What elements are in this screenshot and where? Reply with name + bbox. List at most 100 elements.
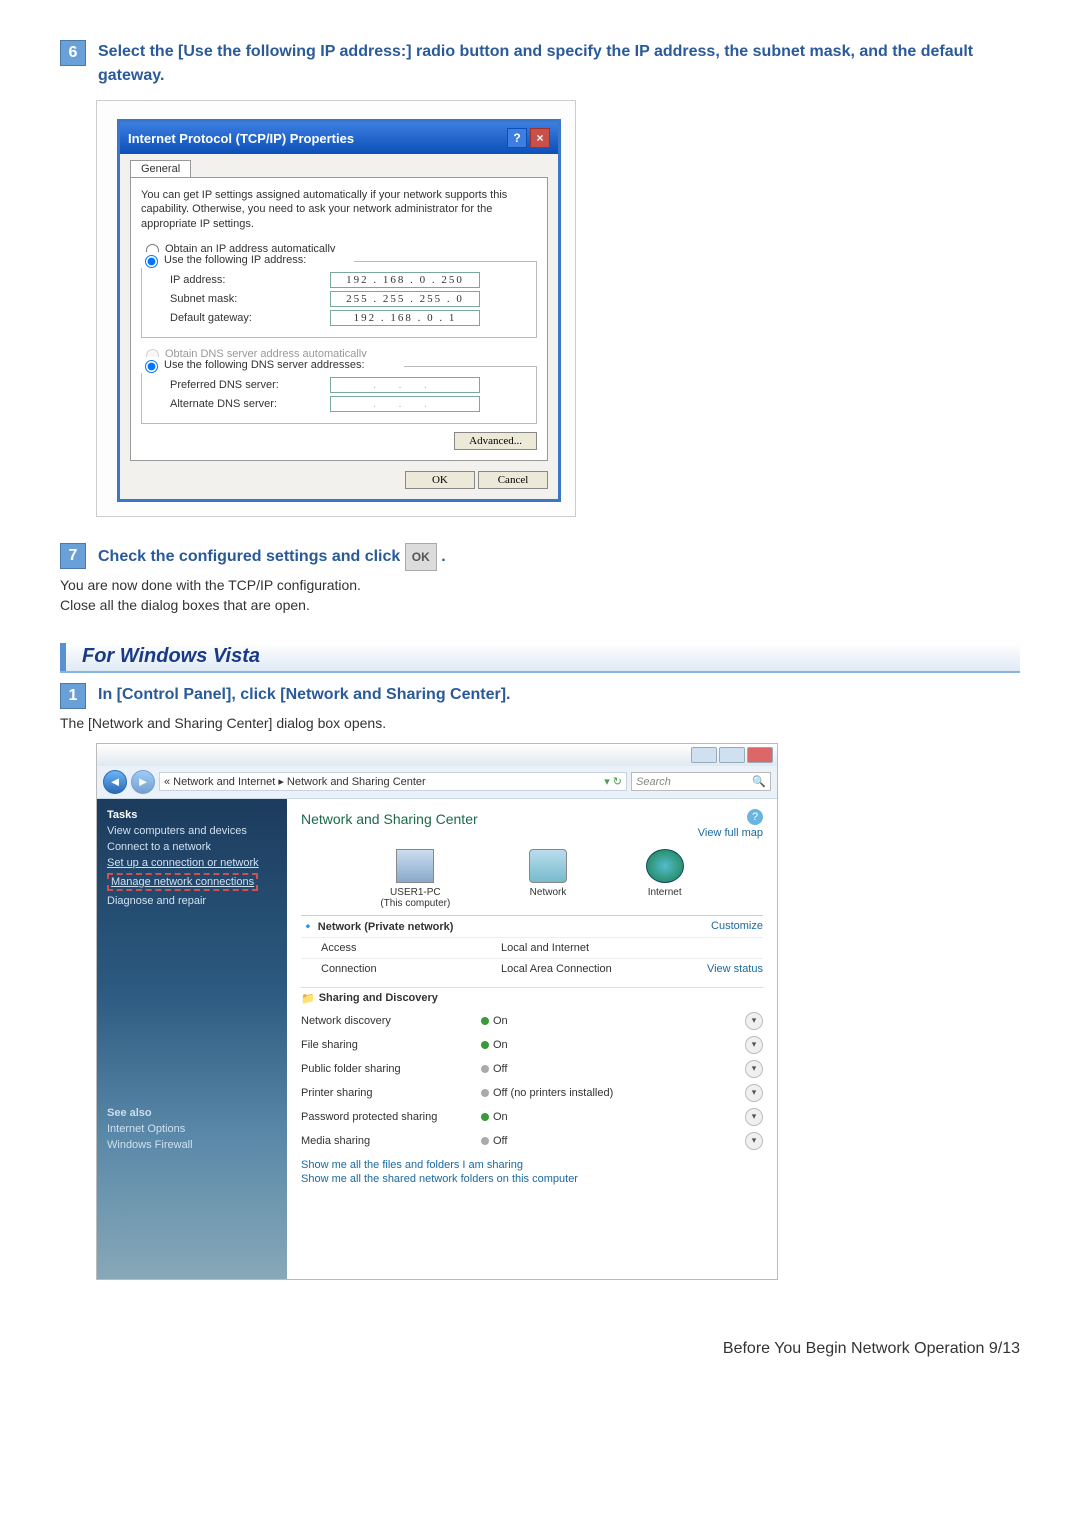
- radio-use-ip[interactable]: Use the following IP address:: [136, 252, 354, 268]
- step-7-heading: 7 Check the configured settings and clic…: [60, 543, 1020, 571]
- bottom-link-2[interactable]: Show me all the shared network folders o…: [301, 1173, 763, 1185]
- chevron-down-icon[interactable]: ▾: [745, 1108, 763, 1126]
- radio-use-dns-input[interactable]: [145, 360, 158, 373]
- status-dot-on-icon: [481, 1113, 489, 1121]
- search-input[interactable]: Search 🔍: [631, 772, 771, 791]
- highlight-box: Manage network connections: [107, 873, 258, 891]
- task-setup[interactable]: Set up a connection or network: [107, 857, 277, 869]
- status-dot-off-icon: [481, 1089, 489, 1097]
- window-titlebar: [97, 744, 777, 766]
- dialog-title: Internet Protocol (TCP/IP) Properties: [128, 131, 354, 146]
- seealso-io[interactable]: Internet Options: [107, 1123, 277, 1135]
- gateway-value[interactable]: 192 . 168 . 0 . 1: [330, 310, 480, 326]
- close-window-icon[interactable]: [747, 747, 773, 763]
- pc-icon-col: USER1-PC (This computer): [380, 849, 450, 909]
- dns-group: Use the following DNS server addresses: …: [141, 366, 537, 424]
- radio-use-dns-label: Use the following DNS server addresses:: [164, 359, 365, 371]
- gateway-label: Default gateway:: [170, 312, 330, 324]
- breadcrumb-text: « Network and Internet ▸ Network and Sha…: [164, 775, 426, 788]
- internet-icon-col: Internet: [646, 849, 684, 909]
- maximize-icon[interactable]: [719, 747, 745, 763]
- mask-label: Subnet mask:: [170, 293, 330, 305]
- task-manage[interactable]: Manage network connections: [111, 876, 254, 888]
- network-name-label: 🔹 Network (Private network): [301, 920, 481, 933]
- pref-dns-value[interactable]: . . .: [330, 377, 480, 393]
- tcpip-dialog-screenshot: Internet Protocol (TCP/IP) Properties ? …: [96, 100, 576, 517]
- row-pw-label: Password protected sharing: [301, 1111, 481, 1123]
- sharing-header: 📁 Sharing and Discovery: [301, 987, 763, 1009]
- tasks-sidebar: Tasks View computers and devices Connect…: [97, 799, 287, 1279]
- ok-button[interactable]: OK: [405, 471, 475, 489]
- forward-icon[interactable]: ►: [131, 770, 155, 794]
- ip-label: IP address:: [170, 274, 330, 286]
- step-6-text: Select the [Use the following IP address…: [98, 40, 1020, 88]
- advanced-button[interactable]: Advanced...: [454, 432, 537, 450]
- row-ms-value: Off: [493, 1135, 507, 1147]
- page-footer: Before You Begin Network Operation 9/13: [60, 1340, 1020, 1358]
- status-dot-off-icon: [481, 1137, 489, 1145]
- task-diagnose[interactable]: Diagnose and repair: [107, 895, 277, 907]
- status-dot-off-icon: [481, 1065, 489, 1073]
- chevron-down-icon[interactable]: ▾: [745, 1132, 763, 1150]
- customize-link[interactable]: Customize: [711, 920, 763, 933]
- task-connect[interactable]: Connect to a network: [107, 841, 277, 853]
- row-ps-value: Off (no printers installed): [493, 1087, 613, 1099]
- step-number-6: 6: [60, 40, 86, 66]
- row-nd-value: On: [493, 1015, 508, 1027]
- step-1-text: In [Control Panel], click [Network and S…: [98, 683, 511, 707]
- row-fs-value: On: [493, 1039, 508, 1051]
- chevron-down-icon[interactable]: ▾: [745, 1012, 763, 1030]
- row-nd-label: Network discovery: [301, 1015, 481, 1027]
- step-6-heading: 6 Select the [Use the following IP addre…: [60, 40, 1020, 88]
- step-7-text: Check the configured settings and click …: [98, 543, 446, 571]
- after-step1-line: The [Network and Sharing Center] dialog …: [60, 715, 1020, 731]
- view-status-link[interactable]: View status: [707, 963, 763, 975]
- alt-dns-value[interactable]: . . .: [330, 396, 480, 412]
- connection-label: Connection: [301, 963, 501, 975]
- chevron-down-icon[interactable]: ▾: [745, 1084, 763, 1102]
- seealso-wf[interactable]: Windows Firewall: [107, 1139, 277, 1151]
- row-pf-label: Public folder sharing: [301, 1063, 481, 1075]
- section-heading-vista: For Windows Vista: [60, 643, 1020, 673]
- radio-use-ip-label: Use the following IP address:: [164, 254, 306, 266]
- help-round-icon[interactable]: ?: [747, 809, 763, 825]
- sharing-folder-icon: 📁: [301, 992, 315, 1005]
- row-pf-value: Off: [493, 1063, 507, 1075]
- status-dot-on-icon: [481, 1041, 489, 1049]
- bottom-link-1[interactable]: Show me all the files and folders I am s…: [301, 1159, 763, 1171]
- ip-value[interactable]: 192 . 168 . 0 . 250: [330, 272, 480, 288]
- alt-dns-label: Alternate DNS server:: [170, 398, 330, 410]
- chevron-down-icon[interactable]: ▾: [745, 1036, 763, 1054]
- row-pw-value: On: [493, 1111, 508, 1123]
- radio-use-ip-input[interactable]: [145, 255, 158, 268]
- access-label: Access: [301, 942, 501, 954]
- after-step7-line2: Close all the dialog boxes that are open…: [60, 597, 1020, 613]
- step-number-1: 1: [60, 683, 86, 709]
- tab-general[interactable]: General: [130, 160, 191, 177]
- ok-inline-icon: OK: [405, 543, 437, 571]
- close-icon[interactable]: ×: [530, 128, 550, 148]
- chevron-down-icon[interactable]: ▾: [745, 1060, 763, 1078]
- back-icon[interactable]: ◄: [103, 770, 127, 794]
- minimize-icon[interactable]: [691, 747, 717, 763]
- breadcrumb[interactable]: « Network and Internet ▸ Network and Sha…: [159, 772, 627, 791]
- step-7-text-after: .: [441, 548, 445, 565]
- vista-main-panel: Network and Sharing Center ? View full m…: [287, 799, 777, 1279]
- radio-use-dns[interactable]: Use the following DNS server addresses:: [136, 357, 404, 373]
- step-1-heading: 1 In [Control Panel], click [Network and…: [60, 683, 1020, 709]
- help-icon[interactable]: ?: [507, 128, 527, 148]
- sharing-title: Sharing and Discovery: [319, 992, 438, 1004]
- globe-icon: [646, 849, 684, 883]
- connection-value: Local Area Connection: [501, 963, 707, 975]
- task-view-computers[interactable]: View computers and devices: [107, 825, 277, 837]
- dialog-titlebar: Internet Protocol (TCP/IP) Properties ? …: [120, 122, 558, 154]
- tasks-title: Tasks: [107, 809, 277, 821]
- network-label: Network: [529, 887, 567, 898]
- ip-group: Use the following IP address: IP address…: [141, 261, 537, 338]
- dialog-intro-text: You can get IP settings assigned automat…: [141, 188, 537, 231]
- network-name-text: Network (Private network): [318, 921, 454, 933]
- cancel-button[interactable]: Cancel: [478, 471, 548, 489]
- mask-value[interactable]: 255 . 255 . 255 . 0: [330, 291, 480, 307]
- view-full-map-link[interactable]: View full map: [301, 827, 763, 839]
- row-fs-label: File sharing: [301, 1039, 481, 1051]
